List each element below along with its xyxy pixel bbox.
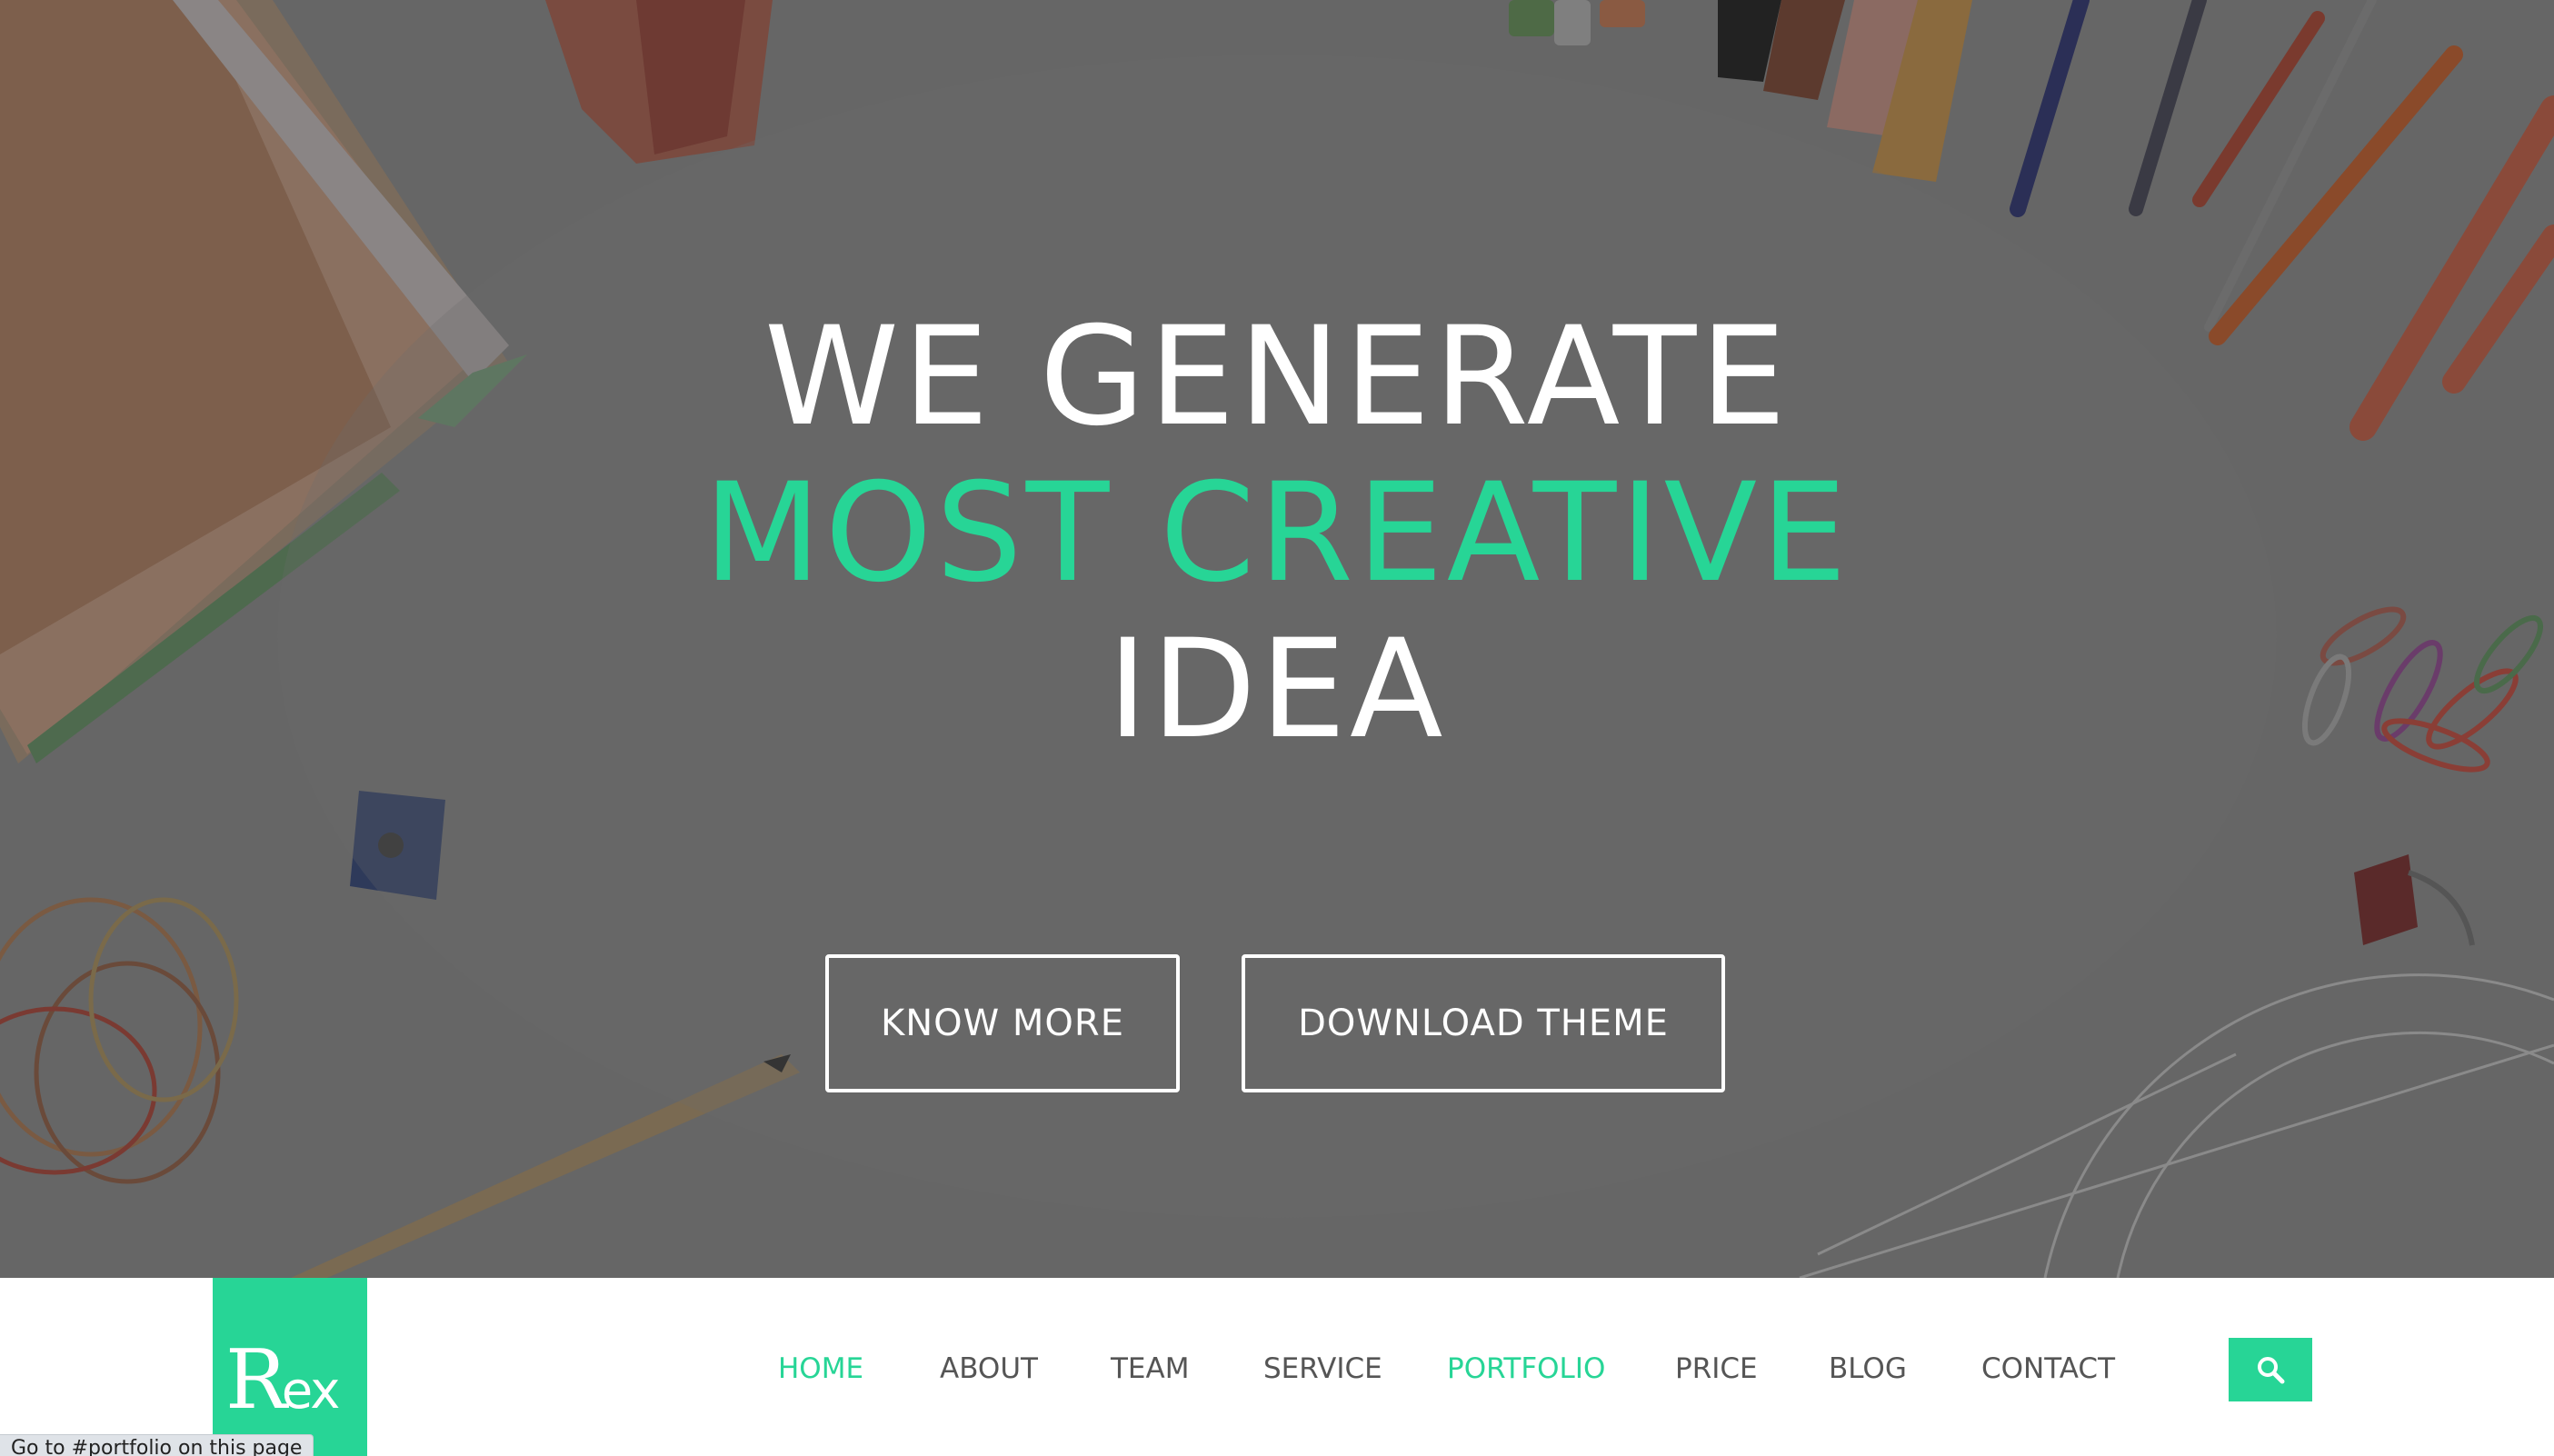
headline-line-2: MOST CREATIVE (703, 454, 1851, 613)
hero-section: WE GENERATE MOST CREATIVE IDEA KNOW MORE… (0, 0, 2554, 1278)
logo-suffix: ex (281, 1361, 341, 1421)
browser-status-bar: Go to #portfolio on this page (0, 1434, 314, 1456)
know-more-button[interactable]: KNOW MORE (825, 954, 1180, 1092)
search-button[interactable] (2229, 1338, 2312, 1401)
download-theme-button[interactable]: DOWNLOAD THEME (1242, 954, 1725, 1092)
nav-item-blog[interactable]: BLOG (1829, 1351, 1907, 1387)
search-icon (2258, 1357, 2285, 1384)
nav-item-contact[interactable]: CONTACT (1981, 1351, 2115, 1387)
logo[interactable]: Rex (213, 1278, 367, 1456)
nav-item-service[interactable]: SERVICE (1263, 1351, 1382, 1387)
nav-item-about[interactable]: ABOUT (940, 1351, 1038, 1387)
nav-item-home[interactable]: HOME (778, 1351, 863, 1387)
nav-item-team[interactable]: TEAM (1111, 1351, 1189, 1387)
nav-item-price[interactable]: PRICE (1675, 1351, 1758, 1387)
logo-letter: R (225, 1332, 287, 1428)
headline-line-1: WE GENERATE (763, 298, 1791, 456)
headline-line-3: IDEA (1107, 611, 1447, 769)
logo-text: Rex (225, 1340, 341, 1421)
nav-item-portfolio[interactable]: PORTFOLIO (1447, 1351, 1605, 1387)
page: WE GENERATE MOST CREATIVE IDEA KNOW MORE… (0, 0, 2554, 1456)
